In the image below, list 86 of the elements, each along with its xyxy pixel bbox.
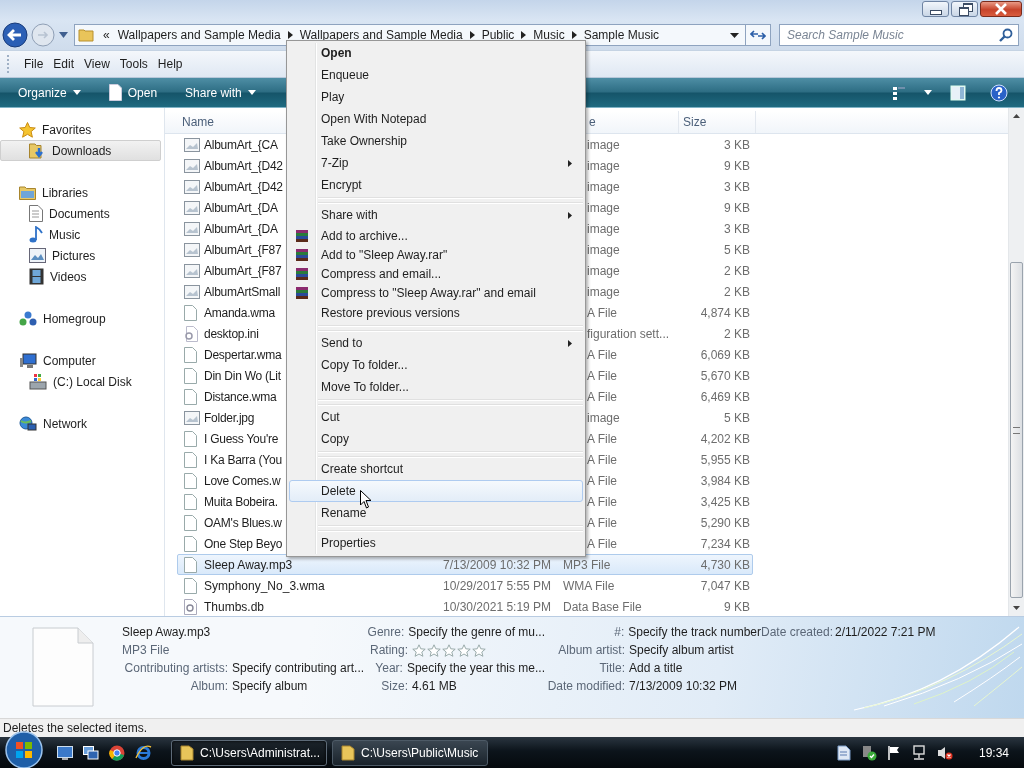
file-type: image (587, 284, 620, 299)
file-name: AlbumArt_{DA (204, 200, 278, 215)
file-type: image (587, 242, 620, 257)
file-type: A File (587, 305, 617, 320)
date-modified: 10/29/2017 5:55 PM (443, 578, 552, 593)
file-size: 3 KB (724, 221, 750, 236)
file-name: Symphony_No_3.wma (204, 578, 325, 593)
property-label: Title: (598, 661, 626, 675)
file-type: image (587, 137, 620, 152)
file-type: A File (587, 452, 617, 467)
file-type: Data Base File (563, 599, 642, 614)
file-name: Distance.wma (204, 389, 277, 404)
file-type: figuration sett... (587, 326, 670, 341)
date-modified: 10/30/2021 5:19 PM (443, 599, 552, 614)
file-name: Sleep Away.mp3 (204, 557, 293, 572)
file-name: Thumbs.db (204, 599, 265, 614)
file-size: 2 KB (724, 284, 750, 299)
file-size: 2 KB (724, 326, 750, 341)
file-size: 9 KB (724, 158, 750, 173)
file-name: AlbumArt_{F87 (204, 242, 282, 257)
file-name: Amanda.wma (204, 305, 275, 320)
file-name: Sleep Away.mp3 (122, 624, 211, 641)
file-name: I Ka Barra (You (204, 452, 282, 467)
file-type: A File (587, 494, 617, 509)
file-type: image (587, 179, 620, 194)
file-name: AlbumArt_{D42 (204, 158, 283, 173)
file-type: image (587, 221, 620, 236)
file-size: 5,955 KB (700, 452, 750, 467)
file-name: Din Din Wo (Lit (204, 368, 281, 383)
file-type: image (587, 410, 620, 425)
file-type: A File (587, 431, 617, 446)
property-label: Date created: (761, 625, 835, 639)
file-size: 4,730 KB (700, 557, 750, 572)
file-name: I Guess You're (204, 431, 279, 446)
property-label: Genre: (366, 625, 406, 639)
file-size: 5,290 KB (700, 515, 750, 530)
file-size: 6,069 KB (700, 347, 750, 362)
file-size: 9 KB (724, 599, 750, 614)
file-size: 9 KB (724, 200, 750, 215)
file-size: 4,874 KB (700, 305, 750, 320)
status-text: Deletes the selected items. (3, 721, 148, 735)
property-label: Album artist: (557, 643, 626, 657)
file-name: AlbumArt_{F87 (204, 263, 282, 278)
file-type: A File (587, 389, 617, 404)
file-size: 7,047 KB (700, 578, 750, 593)
file-name: AlbumArtSmall (204, 284, 281, 299)
file-type: WMA File (563, 578, 615, 593)
property-label: Album: (189, 679, 229, 693)
file-size: 3 KB (724, 179, 750, 194)
file-size: 3,425 KB (700, 494, 750, 509)
file-type: A File (587, 473, 617, 488)
property-label: Rating: (368, 643, 409, 657)
property-label: Year: (374, 661, 404, 675)
file-size: 5 KB (724, 242, 750, 257)
file-type: A File (587, 347, 617, 362)
file-name: AlbumArt_{D42 (204, 179, 283, 194)
file-name: Folder.jpg (204, 410, 255, 425)
property-label: Size: (380, 679, 409, 693)
file-name: AlbumArt_{DA (204, 221, 278, 236)
file-name: Muita Bobeira. (204, 494, 278, 509)
file-name: Despertar.wma (204, 347, 282, 362)
date-modified: 7/13/2009 10:32 PM (443, 557, 552, 572)
file-type: MP3 File (122, 642, 171, 659)
file-size: 5,670 KB (700, 368, 750, 383)
file-name: desktop.ini (204, 326, 259, 341)
file-size: 5 KB (724, 410, 750, 425)
file-type: image (587, 158, 620, 173)
file-size: 3 KB (724, 137, 750, 152)
file-type: image (587, 200, 620, 215)
property-label: #: (613, 625, 626, 639)
file-type: A File (587, 515, 617, 530)
file-name: Love Comes.w (204, 473, 281, 488)
file-type: MP3 File (563, 557, 611, 572)
file-type: image (587, 263, 620, 278)
file-name: AlbumArt_{CA (204, 137, 278, 152)
property-label: Contributing artists: (123, 661, 229, 675)
file-size: 4,202 KB (700, 431, 750, 446)
file-size: 2 KB (724, 263, 750, 278)
file-type: A File (587, 536, 617, 551)
file-size: 6,469 KB (700, 389, 750, 404)
file-name: OAM's Blues.w (204, 515, 282, 530)
property-label: Date modified: (546, 679, 626, 693)
file-type: A File (587, 368, 617, 383)
file-size: 3,984 KB (700, 473, 750, 488)
file-name: One Step Beyo (204, 536, 283, 551)
file-size: 7,234 KB (700, 536, 750, 551)
